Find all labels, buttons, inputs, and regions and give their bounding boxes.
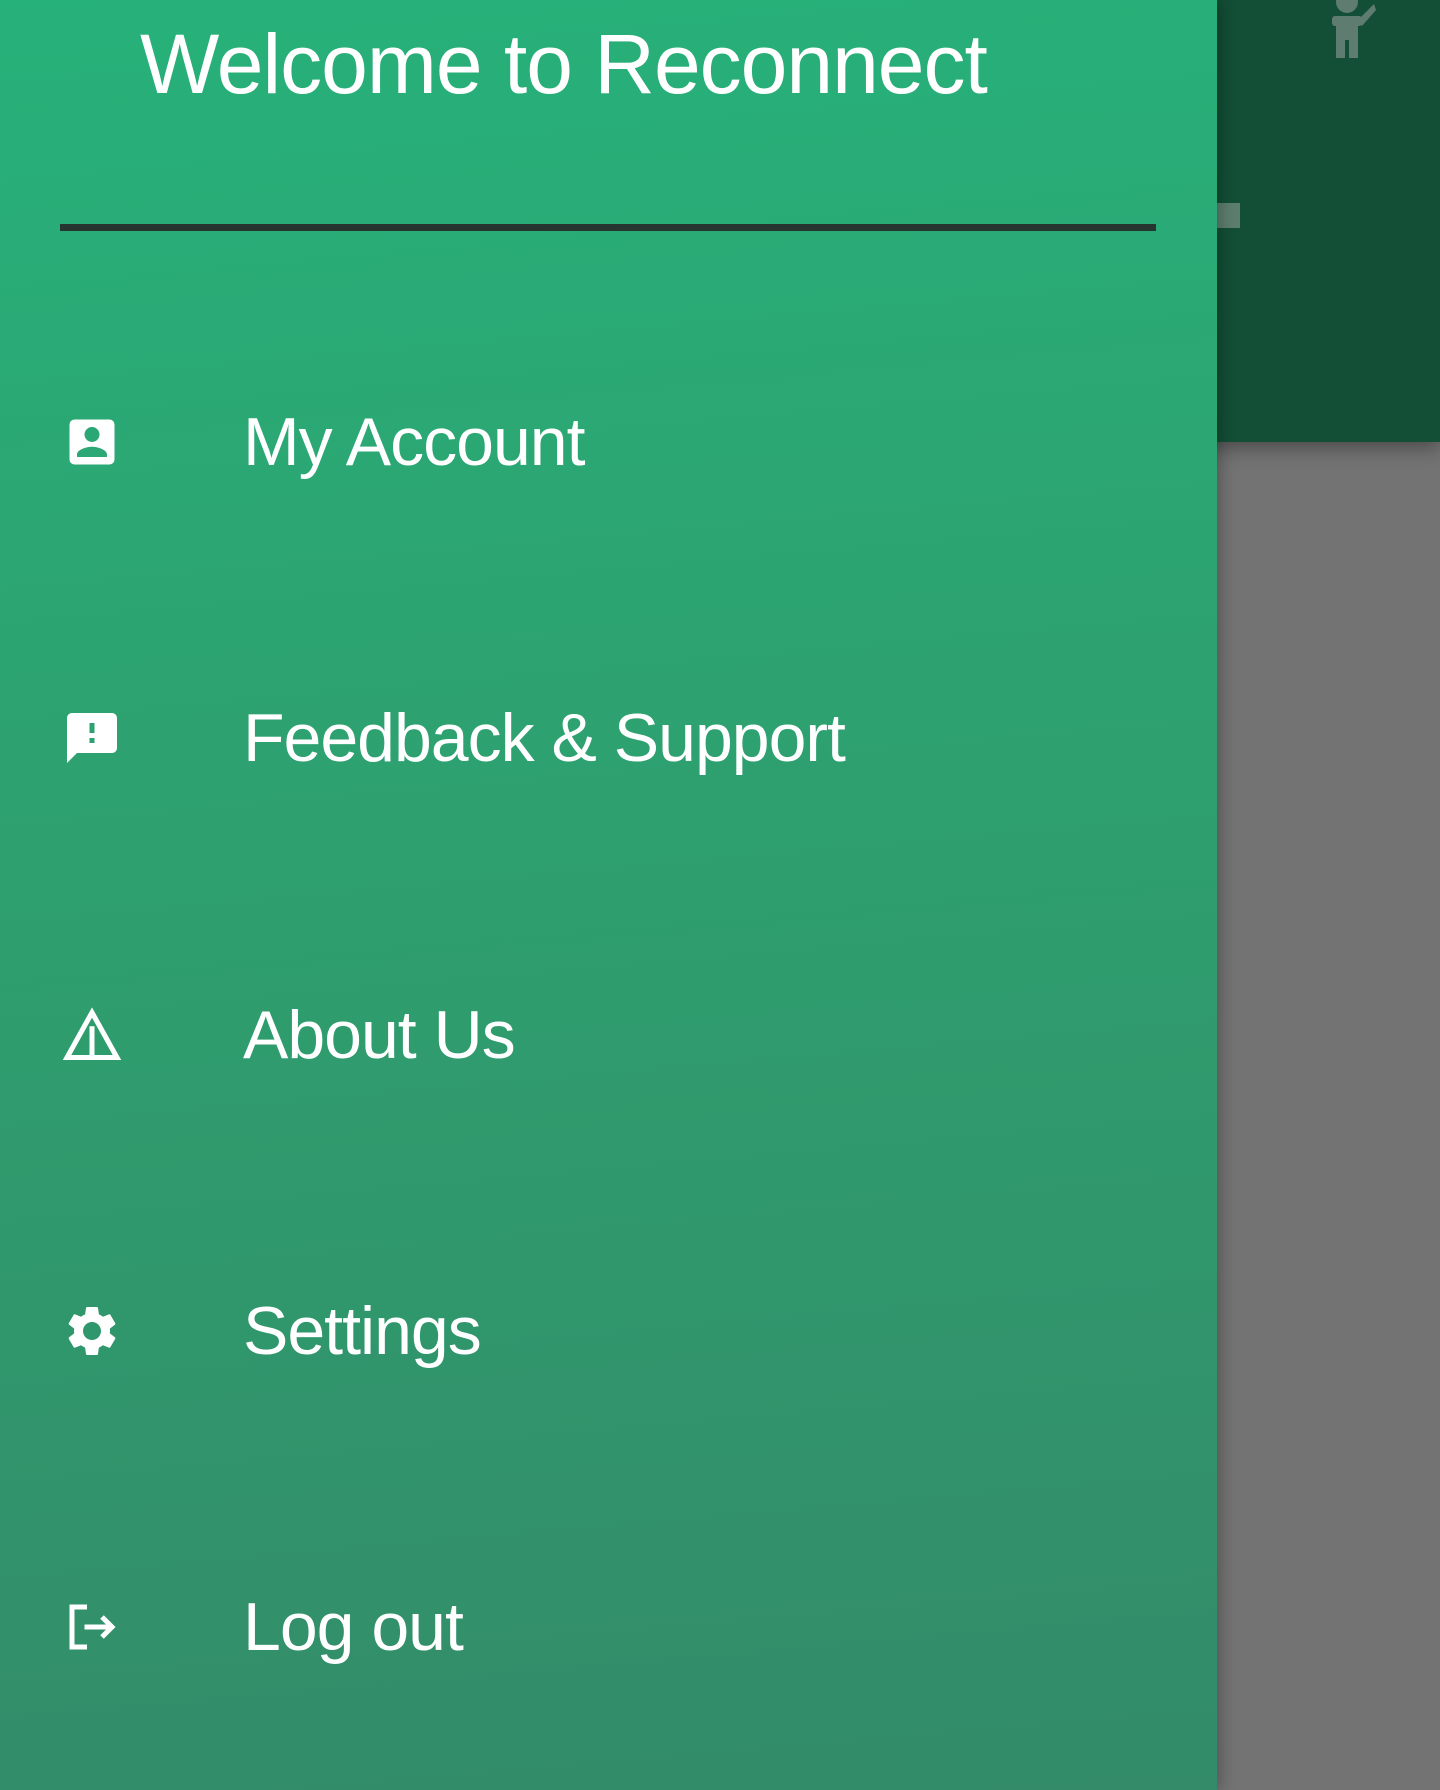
menu-label-settings: Settings xyxy=(243,1293,482,1369)
drawer-title: Welcome to Reconnect xyxy=(140,17,988,111)
warning-triangle-icon xyxy=(62,1005,122,1065)
menu-label-feedback-support: Feedback & Support xyxy=(243,700,846,776)
gear-icon xyxy=(62,1301,122,1361)
menu-label-about-us: About Us xyxy=(243,997,516,1073)
feedback-icon xyxy=(62,708,122,768)
account-box-icon xyxy=(62,412,122,472)
navigation-drawer: Welcome to Reconnect My Account Feedback… xyxy=(0,0,1217,1790)
logout-icon xyxy=(62,1597,122,1657)
menu-label-log-out: Log out xyxy=(243,1589,464,1665)
menu-label-my-account: My Account xyxy=(243,404,585,480)
divider xyxy=(60,224,1156,231)
menu-item-feedback-support[interactable]: Feedback & Support xyxy=(0,648,1217,828)
menu-item-my-account[interactable]: My Account xyxy=(0,352,1217,532)
menu-item-settings[interactable]: Settings xyxy=(0,1241,1217,1421)
menu-item-log-out[interactable]: Log out xyxy=(0,1537,1217,1717)
menu-item-about-us[interactable]: About Us xyxy=(0,945,1217,1125)
person-icon[interactable] xyxy=(1318,0,1376,60)
